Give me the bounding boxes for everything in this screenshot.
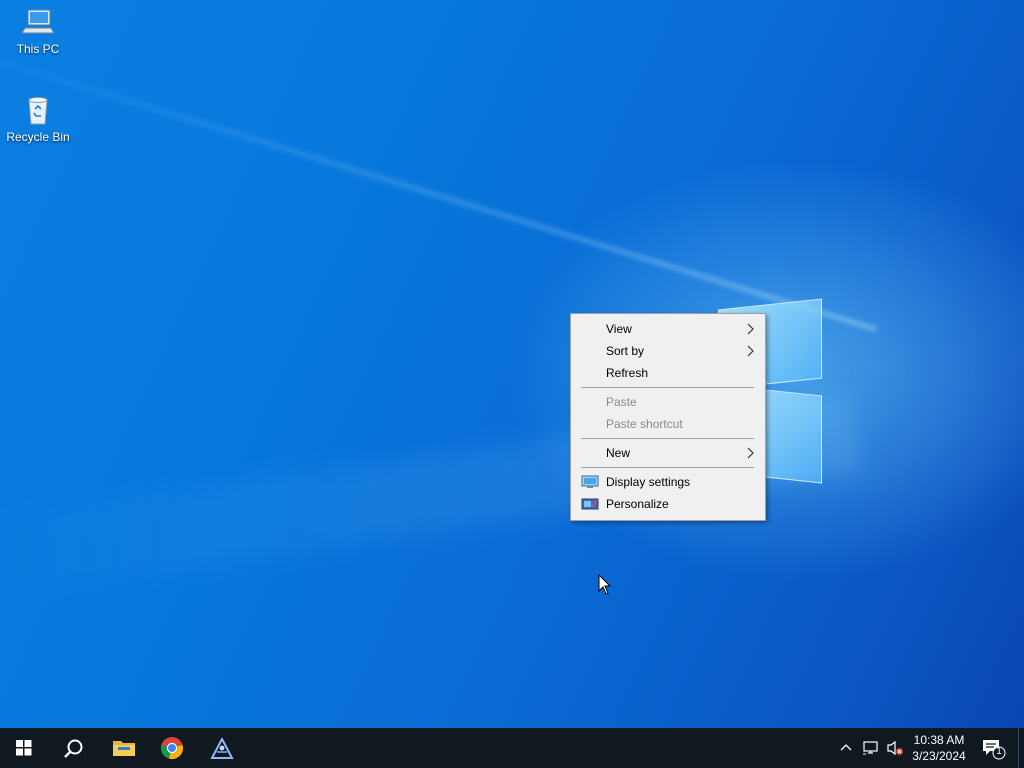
action-center-button[interactable]: 1 [980, 736, 1008, 762]
wallpaper-light-beam [0, 40, 878, 333]
start-icon [16, 740, 32, 756]
network-icon[interactable] [862, 740, 880, 761]
desktop-icon-recycle-bin[interactable]: Recycle Bin [2, 94, 74, 144]
menu-item-sort-by[interactable]: Sort by [573, 340, 763, 362]
menu-item-label: Paste [606, 395, 637, 409]
clock-date: 3/23/2024 [912, 749, 966, 763]
menu-item-label: Sort by [606, 344, 645, 358]
desktop-icon-this-pc[interactable]: This PC [2, 6, 74, 56]
menu-item-label: New [606, 446, 631, 460]
desktop[interactable]: This PC Recycle Bin [0, 0, 1024, 728]
personalize-icon [581, 497, 599, 511]
chevron-right-icon [747, 447, 755, 462]
show-desktop-button[interactable] [1018, 728, 1024, 768]
chevron-right-icon [747, 345, 755, 360]
start-button[interactable] [0, 728, 48, 768]
menu-item-label: Personalize [606, 497, 669, 511]
file-explorer-button[interactable] [98, 728, 146, 768]
mouse-cursor-icon [598, 573, 612, 601]
menu-item-paste-shortcut[interactable]: Paste shortcut [573, 413, 763, 435]
menu-item-paste[interactable]: Paste [573, 391, 763, 413]
show-hidden-icons-icon[interactable] [839, 740, 853, 759]
menu-item-label: View [606, 322, 632, 336]
app-icon [210, 738, 234, 759]
chrome-button[interactable] [148, 728, 196, 768]
desktop-icon-label: Recycle Bin [6, 130, 70, 144]
menu-item-new[interactable]: New [573, 442, 763, 464]
volume-muted-icon[interactable] [886, 740, 904, 761]
desktop-icon-label: This PC [16, 42, 60, 56]
taskbar: 10:38 AM 3/23/2024 1 [0, 728, 1024, 768]
menu-separator [581, 438, 754, 439]
chrome-icon [161, 737, 183, 759]
menu-item-display-settings[interactable]: Display settings [573, 471, 763, 493]
pinned-app-button[interactable] [196, 728, 244, 768]
computer-icon [21, 6, 55, 38]
menu-item-label: Refresh [606, 366, 649, 380]
file-explorer-icon [113, 741, 135, 756]
chevron-right-icon [747, 323, 755, 338]
clock-time: 10:38 AM [913, 733, 965, 747]
search-icon [64, 739, 83, 758]
menu-item-view[interactable]: View [573, 318, 763, 340]
menu-item-label: Display settings [606, 475, 691, 489]
menu-item-refresh[interactable]: Refresh [573, 362, 763, 384]
notification-count-badge: 1 [996, 746, 1002, 757]
taskbar-clock[interactable]: 10:38 AM 3/23/2024 [905, 732, 973, 764]
menu-item-label: Paste shortcut [606, 417, 683, 431]
search-button[interactable] [48, 728, 96, 768]
display-settings-icon [581, 475, 599, 489]
menu-separator [581, 467, 754, 468]
menu-separator [581, 387, 754, 388]
menu-item-personalize[interactable]: Personalize [573, 493, 763, 515]
desktop-context-menu: View Sort by Refresh Paste Paste shortcu… [570, 313, 766, 521]
recycle-bin-icon [22, 94, 54, 126]
